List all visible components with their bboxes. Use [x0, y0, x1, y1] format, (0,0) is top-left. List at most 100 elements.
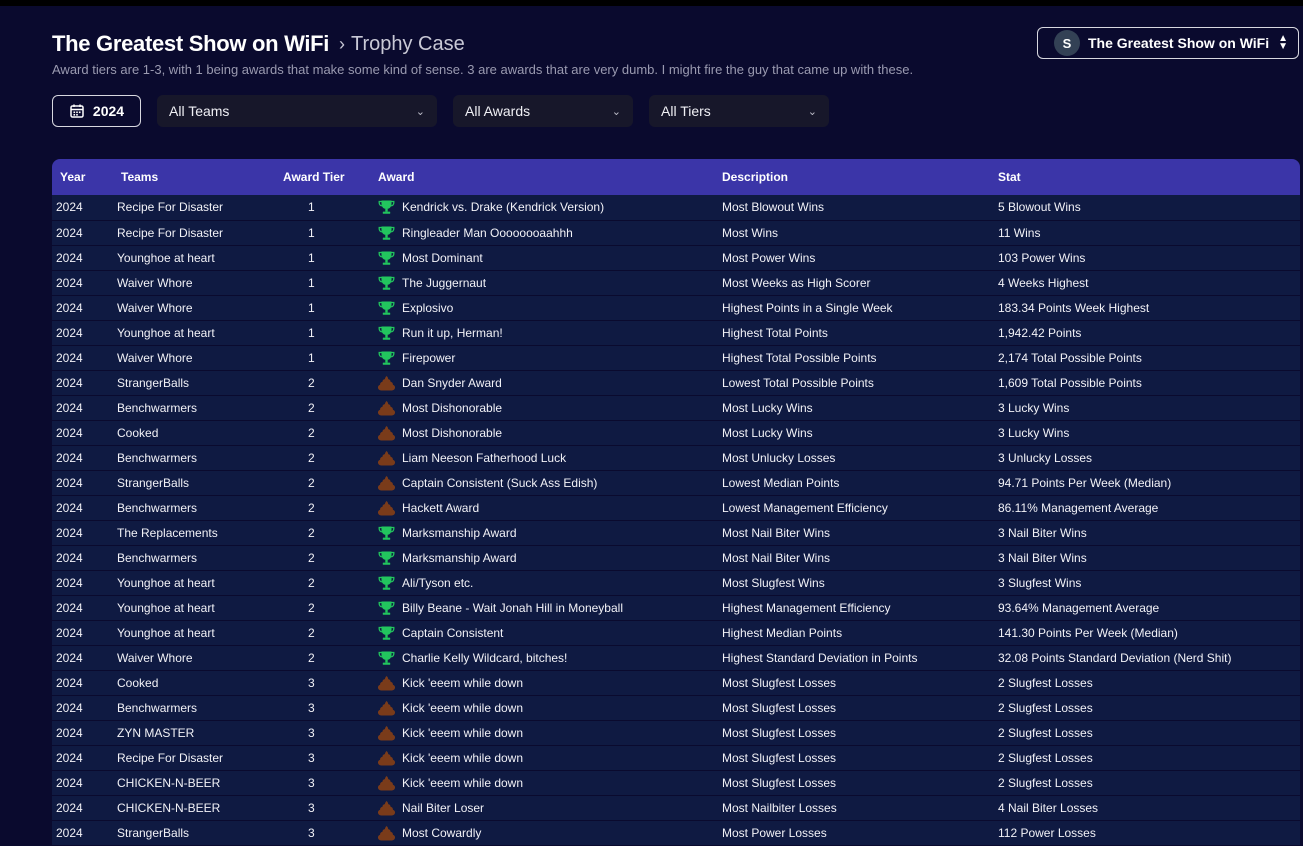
table-row[interactable]: 2024 Cooked 2 Most Dishonorable Most Lucky W… [52, 420, 1300, 446]
cell-stat: 94.71 Points Per Week (Median) [998, 470, 1300, 496]
cell-team: Benchwarmers [117, 395, 283, 421]
cell-tier: 1 [283, 320, 378, 346]
cell-tier: 1 [283, 270, 378, 296]
cell-team: Benchwarmers [117, 545, 283, 571]
cell-stat: 2 Slugfest Losses [998, 745, 1300, 771]
cell-description: Highest Management Efficiency [722, 595, 998, 621]
awards-select[interactable]: All Awards ⌄ [453, 95, 633, 127]
award-name: Kick 'eeem while down [402, 675, 524, 690]
cell-tier: 2 [283, 470, 378, 496]
table-row[interactable]: 2024 Waiver Whore 1 The Juggernaut Most Week… [52, 270, 1300, 296]
cell-year: 2024 [52, 495, 117, 521]
table-row[interactable]: 2024 Younghoe at heart 2 Ali/Tyson etc. Most… [52, 570, 1300, 596]
table-row[interactable]: 2024 Younghoe at heart 2 Billy Beane - Wait… [52, 595, 1300, 621]
trophy-icon [378, 550, 395, 566]
cell-stat: 3 Nail Biter Wins [998, 520, 1300, 546]
year-picker-label: 2024 [92, 103, 125, 119]
cell-stat: 32.08 Points Standard Deviation (Nerd Sh… [998, 645, 1300, 671]
table-row[interactable]: 2024 Benchwarmers 3 Kick 'eeem while down Mo… [52, 695, 1300, 721]
table-row[interactable]: 2024 CHICKEN-N-BEER 3 Kick 'eeem while down… [52, 770, 1300, 796]
column-header-teams[interactable]: Teams [117, 159, 283, 195]
cell-year: 2024 [52, 320, 117, 346]
table-row[interactable]: 2024 Benchwarmers 2 Hackett Award Lowest Man… [52, 495, 1300, 521]
trophy-icon [378, 625, 395, 641]
cell-team: Recipe For Disaster [117, 745, 283, 771]
table-row[interactable]: 2024 The Replacements 2 Marksmanship Award M… [52, 520, 1300, 546]
table-row[interactable]: 2024 CHICKEN-N-BEER 3 Nail Biter Loser Most … [52, 795, 1300, 821]
year-picker-button[interactable]: 2024 [52, 95, 141, 127]
cell-tier: 3 [283, 770, 378, 796]
cell-award: Run it up, Herman! [378, 320, 722, 346]
cell-stat: 2 Slugfest Losses [998, 770, 1300, 796]
table-row[interactable]: 2024 StrangerBalls 2 Captain Consistent (Su… [52, 470, 1300, 496]
cell-stat: 103 Power Wins [998, 245, 1300, 271]
cell-tier: 1 [283, 195, 378, 221]
cell-year: 2024 [52, 645, 117, 671]
cell-team: CHICKEN-N-BEER [117, 770, 283, 796]
table-row[interactable]: 2024 Cooked 3 Kick 'eeem while down Most Slu… [52, 670, 1300, 696]
table-row[interactable]: 2024 Benchwarmers 2 Marksmanship Award Most … [52, 545, 1300, 571]
table-row[interactable]: 2024 Recipe For Disaster 1 Kendrick vs. Dra… [52, 195, 1300, 221]
award-name: Kick 'eeem while down [402, 775, 524, 790]
cell-stat: 1,609 Total Possible Points [998, 370, 1300, 396]
cell-award: Kick 'eeem while down [378, 720, 722, 746]
cell-description: Most Slugfest Losses [722, 770, 998, 796]
cell-year: 2024 [52, 670, 117, 696]
table-row[interactable]: 2024 Recipe For Disaster 1 Ringleader Man O… [52, 220, 1300, 246]
cell-description: Lowest Total Possible Points [722, 370, 998, 396]
table-row[interactable]: 2024 ZYN MASTER 3 Kick 'eeem while down Most… [52, 720, 1300, 746]
team-switcher-name: The Greatest Show on WiFi [1088, 35, 1270, 51]
table-row[interactable]: 2024 Waiver Whore 2 Charlie Kelly Wildcard,… [52, 645, 1300, 671]
cell-tier: 1 [283, 295, 378, 321]
cell-year: 2024 [52, 695, 117, 721]
cell-description: Highest Points in a Single Week [722, 295, 998, 321]
poop-icon [378, 750, 395, 766]
award-name: Most Dominant [402, 250, 483, 265]
team-switcher-button[interactable]: S The Greatest Show on WiFi ▲ ▼ [1037, 27, 1299, 59]
calendar-icon [70, 104, 84, 118]
cell-description: Highest Standard Deviation in Points [722, 645, 998, 671]
table-row[interactable]: 2024 Waiver Whore 1 Firepower Highest Total … [52, 345, 1300, 371]
cell-award: Firepower [378, 345, 722, 371]
tiers-select[interactable]: All Tiers ⌄ [649, 95, 829, 127]
table-row[interactable]: 2024 Younghoe at heart 2 Captain Consistent… [52, 620, 1300, 646]
poop-icon [378, 375, 395, 391]
cell-award: Most Cowardly [378, 820, 722, 846]
cell-award: Explosivo [378, 295, 722, 321]
cell-year: 2024 [52, 795, 117, 821]
table-row[interactable]: 2024 Benchwarmers 2 Most Dishonorable Most L… [52, 395, 1300, 421]
breadcrumb-current[interactable]: Trophy Case [351, 33, 465, 56]
cell-year: 2024 [52, 220, 117, 246]
cell-award: Billy Beane - Wait Jonah Hill in Moneyba… [378, 595, 722, 621]
cell-tier: 3 [283, 745, 378, 771]
teams-select[interactable]: All Teams ⌄ [157, 95, 437, 127]
column-header-year[interactable]: Year [52, 159, 117, 195]
trophy-icon [378, 199, 395, 215]
cell-stat: 5 Blowout Wins [998, 195, 1300, 221]
table-row[interactable]: 2024 Younghoe at heart 1 Run it up, Herman!… [52, 320, 1300, 346]
column-header-tier[interactable]: Award Tier [283, 159, 378, 195]
table-row[interactable]: 2024 Younghoe at heart 1 Most Dominant Most … [52, 245, 1300, 271]
poop-icon [378, 475, 395, 491]
cell-award: Charlie Kelly Wildcard, bitches! [378, 645, 722, 671]
table-row[interactable]: 2024 StrangerBalls 3 Most Cowardly Most Powe… [52, 820, 1300, 846]
column-header-stat[interactable]: Stat [998, 159, 1300, 195]
table-row[interactable]: 2024 Recipe For Disaster 3 Kick 'eeem while… [52, 745, 1300, 771]
cell-year: 2024 [52, 545, 117, 571]
table-row[interactable]: 2024 StrangerBalls 2 Dan Snyder Award Lowest… [52, 370, 1300, 396]
award-name: Kendrick vs. Drake (Kendrick Version) [402, 200, 605, 215]
cell-award: Ali/Tyson etc. [378, 570, 722, 596]
trophy-icon [378, 275, 395, 291]
cell-team: Waiver Whore [117, 295, 283, 321]
cell-description: Most Slugfest Losses [722, 670, 998, 696]
cell-award: Kick 'eeem while down [378, 670, 722, 696]
table-row[interactable]: 2024 Benchwarmers 2 Liam Neeson Fatherhood … [52, 445, 1300, 471]
cell-tier: 3 [283, 670, 378, 696]
column-header-award[interactable]: Award [378, 159, 722, 195]
table-row[interactable]: 2024 Waiver Whore 1 Explosivo Highest Points… [52, 295, 1300, 321]
award-name: Run it up, Herman! [402, 325, 503, 340]
cell-description: Most Lucky Wins [722, 420, 998, 446]
cell-description: Lowest Management Efficiency [722, 495, 998, 521]
column-header-description[interactable]: Description [722, 159, 998, 195]
cell-stat: 3 Slugfest Wins [998, 570, 1300, 596]
